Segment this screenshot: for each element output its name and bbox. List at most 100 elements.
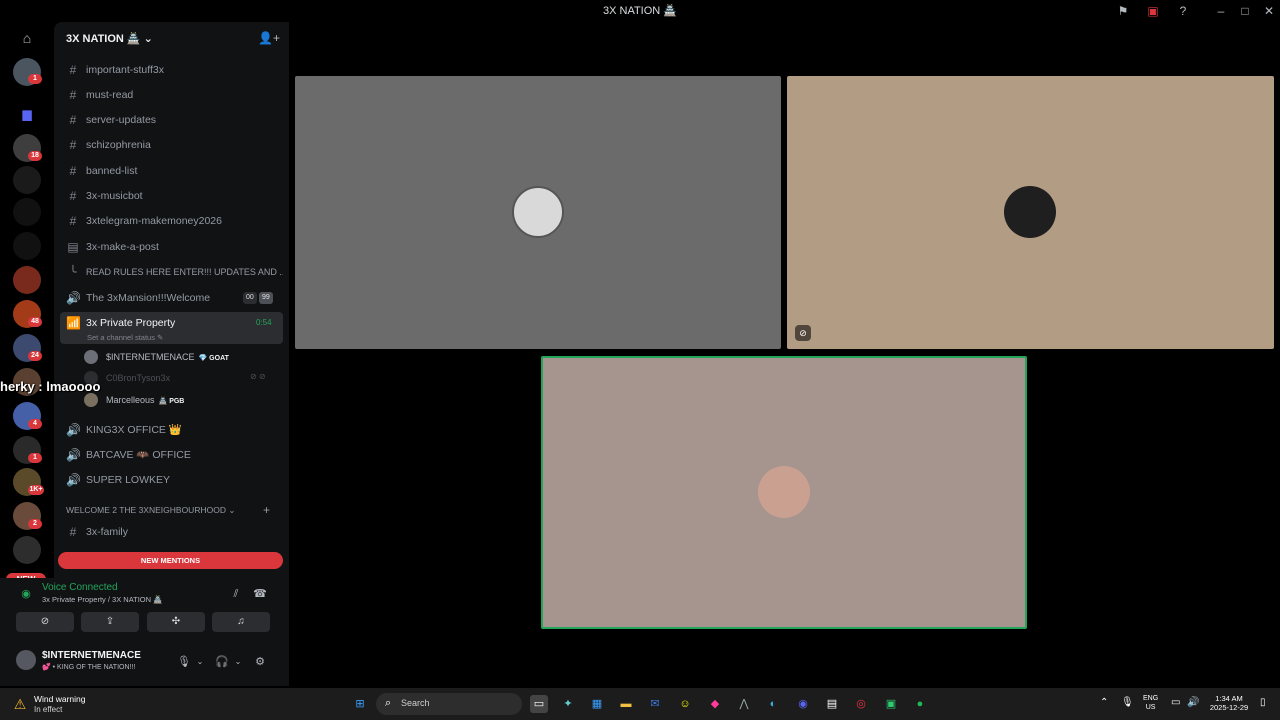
inbox-icon[interactable]: ⚑	[1115, 3, 1131, 19]
outlook-icon[interactable]: ✉	[646, 695, 664, 713]
soundboard-button[interactable]: ♫	[212, 612, 270, 632]
video-tile[interactable]	[295, 76, 781, 349]
avatar	[84, 393, 98, 407]
chevron-up-icon[interactable]: ⌃	[1100, 697, 1108, 708]
hash-icon: #	[69, 214, 77, 228]
volume-icon[interactable]: 🔊	[1187, 697, 1199, 708]
discord-home-icon[interactable]: ⌂	[13, 24, 41, 52]
microphone-icon[interactable]: 🎙	[1121, 697, 1134, 708]
activities-icon: ✣	[171, 616, 181, 627]
close-icon[interactable]: ✕	[1261, 3, 1277, 19]
chevron-down-icon[interactable]: ⌄	[230, 654, 246, 670]
headphones-icon[interactable]: 🎧	[214, 654, 230, 670]
channel-label: The 3xMansion!!!Welcome	[86, 292, 211, 304]
speaker-icon: 🔊	[66, 291, 81, 305]
channel-label: SUPER LOWKEY	[86, 474, 171, 486]
voice-channel-super-lowkey[interactable]: 🔊 SUPER LOWKEY	[60, 469, 283, 491]
hash-icon: #	[69, 525, 77, 539]
chrome-icon[interactable]: ◎	[852, 695, 870, 713]
user-count: 00	[243, 292, 257, 304]
disconnect-icon[interactable]: ☎	[252, 586, 268, 602]
role-tag: 🏯 PGB	[158, 398, 185, 405]
copilot-icon[interactable]: ✦	[559, 695, 577, 713]
channel-must-read[interactable]: # must-read	[60, 84, 283, 106]
server-icon[interactable]	[13, 266, 41, 294]
edge-icon[interactable]: ◐	[764, 695, 782, 713]
warning-icon[interactable]: ⚠	[12, 696, 28, 712]
avatar	[512, 186, 564, 238]
language-indicator[interactable]: ENG US	[1143, 694, 1158, 712]
voice-user[interactable]: $INTERNETMENACE 💎 GOAT	[84, 348, 229, 366]
folder-icon[interactable]: ▆	[13, 100, 41, 128]
noise-suppression-icon[interactable]: ⫽	[228, 586, 244, 602]
avatar[interactable]	[16, 650, 36, 670]
new-mentions-button[interactable]: NEW MENTIONS	[58, 552, 283, 569]
activities-button[interactable]: ✣	[147, 612, 205, 632]
chat-overlay-text: herky : lmaoooo	[0, 379, 101, 394]
minimize-icon[interactable]: –	[1213, 3, 1229, 19]
category-header[interactable]: WELCOME 2 THE 3XNEIGHBOURHOOD ⌄	[66, 505, 235, 516]
discord-icon[interactable]: ◉	[794, 695, 812, 713]
user-panel-name[interactable]: $INTERNETMENACE	[42, 650, 141, 661]
add-friend-icon[interactable]: 👤+	[258, 31, 280, 45]
voice-connected-subtitle[interactable]: 3x Private Property / 3X NATION 🏯	[42, 595, 162, 604]
app-icon[interactable]: ◆	[706, 695, 724, 713]
voice-user-name: $INTERNETMENACE	[106, 352, 195, 362]
channel-schizophrenia[interactable]: # schizophrenia	[60, 134, 283, 156]
camera-button[interactable]: ⊘	[16, 612, 74, 632]
region-code: US	[1145, 704, 1156, 711]
hash-icon: #	[69, 88, 77, 102]
channel-important-stuff3x[interactable]: # important-stuff3x	[60, 59, 283, 81]
channel-status[interactable]: Set a channel status ✎	[87, 333, 163, 342]
channel-server-updates[interactable]: # server-updates	[60, 109, 283, 131]
screen-share-button[interactable]: ⇪	[81, 612, 139, 632]
hash-icon: #	[69, 113, 77, 127]
channel-banned-list[interactable]: # banned-list	[60, 160, 283, 182]
server-icon[interactable]	[13, 198, 41, 226]
spotify-icon[interactable]: ●	[911, 695, 929, 713]
app-icon[interactable]: ▣	[882, 695, 900, 713]
channel-3x-musicbot[interactable]: #3x-musicbot	[60, 185, 283, 207]
server-icon[interactable]	[13, 232, 41, 260]
soundboard-icon: ♫	[237, 616, 245, 627]
weather-title[interactable]: Wind warning	[34, 694, 86, 704]
task-view-icon[interactable]: ▭	[530, 695, 548, 713]
clock[interactable]: 1:34 AM 2025-12-29	[1206, 694, 1252, 712]
taskbar-search[interactable]: ⌕ Search	[376, 693, 522, 715]
help-icon[interactable]: ?	[1175, 3, 1191, 19]
video-tile[interactable]: ⊘	[787, 76, 1274, 349]
server-badge: 1	[28, 453, 42, 463]
thread-read-rules[interactable]: ╰ READ RULES HERE ENTER!!! UPDATES AND ..…	[60, 261, 283, 283]
signal-icon[interactable]: ◉	[18, 586, 34, 602]
store-icon[interactable]: ▦	[588, 695, 606, 713]
snapchat-icon[interactable]: ☺	[676, 695, 694, 713]
app-icon[interactable]: ⋀	[735, 695, 753, 713]
chevron-down-icon[interactable]: ⌄	[192, 654, 208, 670]
server-icon[interactable]	[13, 536, 41, 564]
microphone-icon[interactable]: 🎙	[176, 654, 192, 670]
notification-icon[interactable]: ▯	[1260, 697, 1266, 708]
avatar	[758, 466, 810, 518]
voice-channel-batcave-office[interactable]: 🔊 BATCAVE 🦇 OFFICE	[60, 444, 283, 466]
server-badge: 24	[28, 351, 42, 361]
network-icon[interactable]: ▭	[1171, 697, 1180, 708]
gear-icon[interactable]: ⚙	[252, 654, 268, 670]
screen-icon[interactable]: ▣	[1145, 3, 1161, 19]
server-icon[interactable]	[13, 166, 41, 194]
guild-name[interactable]: 3X NATION 🏯 ⌄	[66, 32, 153, 45]
windows-start-icon[interactable]: ⊞	[351, 695, 369, 713]
window-title: 3X NATION 🏯	[602, 5, 677, 17]
thread-branch-icon: ╰	[69, 265, 77, 279]
maximize-icon[interactable]: □	[1237, 3, 1253, 19]
file-explorer-icon[interactable]: ▬	[617, 695, 635, 713]
server-badge: 2	[28, 519, 42, 529]
create-channel-icon[interactable]: +	[263, 503, 270, 517]
voice-user-name: Marcelleous	[106, 395, 155, 405]
server-badge: 1K+	[28, 485, 44, 495]
channel-3x-family[interactable]: #3x-family	[60, 521, 283, 543]
channel-3xtelegram[interactable]: #3xtelegram-makemoney2026	[60, 210, 283, 232]
voice-channel-king3x-office[interactable]: 🔊 KING3X OFFICE 👑	[60, 419, 283, 441]
channel-3x-make-a-post[interactable]: ▤ 3x-make-a-post	[60, 236, 283, 258]
video-tile-speaking[interactable]	[541, 356, 1027, 629]
app-icon[interactable]: ▤	[823, 695, 841, 713]
